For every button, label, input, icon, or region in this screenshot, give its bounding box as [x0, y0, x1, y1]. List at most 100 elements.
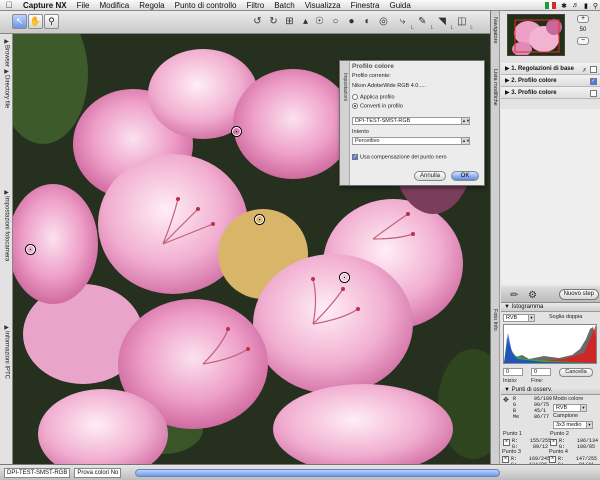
black-point-checkbox[interactable]: ✓ Usa compensazione del punto nero [352, 154, 447, 160]
checkbox-checked-icon: ✓ [352, 154, 358, 160]
zoom-tool-icon[interactable]: ⚲ [44, 14, 59, 29]
radio-convert-icon [352, 103, 358, 109]
fill-icon[interactable]: ◫ [454, 14, 469, 29]
color-mode-select[interactable]: RVB ▼ [553, 404, 587, 412]
point-2-label: Punto 2 [550, 431, 569, 437]
gradient-icon[interactable]: ◥ [435, 14, 450, 29]
intent-select[interactable]: Percettivo ▲▼ [352, 137, 470, 145]
brush-icon[interactable]: ✎ [415, 14, 430, 29]
fill-mark: L [470, 25, 474, 31]
edit-list-tab[interactable]: Lista modifiche [491, 63, 500, 303]
control-point-marker[interactable] [26, 245, 35, 254]
menu-modifica[interactable]: Modifica [94, 1, 134, 10]
black-point-icon[interactable]: ● [344, 14, 359, 29]
current-profile-value: Nikon AdobeWide RGB 4.0..... [352, 83, 426, 89]
collapse-triangle-icon: ▶ [4, 190, 9, 196]
step-1-checkbox[interactable] [590, 66, 597, 73]
profile-select[interactable]: DPI-TEST-SMST-RGB ▲▼ [352, 117, 470, 125]
point-4-values: R: 147/255 G: 91/41 B: 100/68 Me: 103/10… [558, 456, 598, 464]
tab-browser[interactable]: ▶ Browser [1, 38, 12, 67]
color-control-point-icon[interactable]: ☉ [312, 14, 327, 29]
status-profile[interactable]: DPI-TEST-SMST-RGB [4, 467, 71, 478]
neutral-point-icon[interactable]: ◐ [360, 14, 375, 29]
red-eye-icon[interactable]: ◎ [376, 14, 391, 29]
point-4-label: Punto 4 [549, 449, 568, 455]
apple-menu-icon[interactable]:  [0, 0, 18, 10]
horizontal-scrollbar[interactable] [135, 468, 500, 477]
step-2-checkbox[interactable]: ✓ [590, 78, 597, 85]
navigator-thumbnail[interactable] [507, 14, 565, 56]
hand-tool-icon[interactable]: ✋ [28, 14, 43, 29]
cancel-button[interactable]: Annulla [414, 171, 446, 181]
tab-directory-file[interactable]: ▶ Directory file [1, 68, 12, 108]
histogram-cancel-button[interactable]: Cancella [559, 368, 593, 377]
control-point-marker[interactable] [340, 273, 349, 282]
control-point-marker[interactable] [255, 215, 264, 224]
straighten-icon[interactable]: ▴ [298, 14, 313, 29]
ok-button[interactable]: OK [451, 171, 479, 181]
menu-file[interactable]: File [72, 1, 95, 10]
select-arrow-icon: ▲▼ [461, 138, 470, 144]
edit-step-2[interactable]: ▶ 2. Profilo colore ✓ [501, 75, 600, 87]
intent-label: Intento [352, 129, 369, 135]
gradient-mark: L [450, 25, 454, 31]
histogram-end-input[interactable]: 0 [531, 368, 551, 376]
rotate-right-icon[interactable]: ↻ [266, 14, 281, 29]
step-3-checkbox[interactable] [590, 90, 597, 97]
settings-gear-icon[interactable]: ⚙ [525, 288, 540, 303]
zoom-in-button[interactable]: + [577, 15, 589, 23]
watch-points-header[interactable]: ▼ Punti di osserv. [501, 386, 600, 395]
radio-apply-profile[interactable]: Applica profilo [352, 94, 395, 100]
white-point-icon[interactable]: ○ [328, 14, 343, 29]
tab-iptc-info[interactable]: ▶ Informazioni IPTC [1, 324, 12, 379]
status-soft-proof[interactable]: Prova colori No [74, 467, 122, 478]
expand-triangle-icon: ▼ [504, 304, 510, 310]
bluetooth-icon[interactable]: ✱ [561, 2, 567, 10]
point-1-remove-icon[interactable]: × [503, 439, 510, 446]
control-point-marker[interactable] [232, 127, 241, 136]
menu-finestra[interactable]: Finestra [346, 1, 385, 10]
edit-list-footer: ✏ ⚙ Nuovo step [501, 287, 600, 303]
sample-select[interactable]: 3x3 medio ▼ [553, 421, 593, 429]
menu-guida[interactable]: Guida [384, 1, 415, 10]
start-label: Inizio: [503, 378, 518, 384]
radio-convert-profile[interactable]: Converti in profilo [352, 103, 403, 109]
italian-flag-icon[interactable] [545, 2, 557, 9]
navigator-tab[interactable]: Navigatore [491, 11, 500, 63]
new-step-button[interactable]: Nuovo step [558, 289, 599, 300]
sample-label: Campione [553, 413, 579, 419]
photo-info-tab[interactable]: Foto Info [491, 303, 500, 464]
direct-select-icon[interactable]: ↖ [12, 14, 27, 29]
menu-punto-di-controllo[interactable]: Punto di controllo [170, 1, 242, 10]
histogram-start-input[interactable]: 0 [503, 368, 523, 376]
collapse-triangle-icon: ▶ [4, 325, 9, 331]
rotate-left-icon[interactable]: ↺ [250, 14, 265, 29]
battery-icon[interactable]: ▮ [584, 2, 588, 10]
histogram-channel-select[interactable]: RVB ▼ [503, 314, 535, 322]
select-arrow-icon: ▼ [586, 422, 592, 428]
histogram-header[interactable]: ▼ Istogramma [501, 303, 600, 312]
crop-icon[interactable]: ⊞ [282, 14, 297, 29]
select-arrow-icon: ▼ [580, 405, 586, 411]
batch-icon[interactable]: ✏ [507, 288, 522, 303]
edit-step-1[interactable]: ▶ 1. Regolazioni di base ✗ [501, 63, 600, 75]
zoom-out-button[interactable]: − [577, 37, 589, 45]
volume-icon[interactable]: ♬ [572, 2, 579, 9]
menu-filtro[interactable]: Filtro [241, 1, 269, 10]
edit-step-3[interactable]: ▶ 3. Profilo colore [501, 87, 600, 99]
lasso-icon[interactable]: ⤷ [395, 14, 410, 29]
dialog-side-strip: Impostazioni [340, 61, 350, 185]
point-2-remove-icon[interactable]: × [550, 439, 557, 446]
expand-triangle-icon: ▶ [505, 78, 510, 84]
point-3-remove-icon[interactable]: × [502, 456, 509, 463]
point-4-remove-icon[interactable]: × [549, 456, 556, 463]
tab-camera-settings[interactable]: ▶ Impostazioni fotocamera [1, 189, 12, 261]
spotlight-icon[interactable]: ⚲ [593, 2, 598, 10]
menu-app-name[interactable]: Capture NX [18, 1, 72, 10]
radio-apply-icon [352, 94, 358, 100]
menu-regola[interactable]: Regola [134, 1, 169, 10]
eyedropper-icon[interactable]: ✥ [503, 396, 509, 404]
menu-batch[interactable]: Batch [269, 1, 299, 10]
select-arrow-icon: ▼ [528, 315, 534, 321]
menu-visualizza[interactable]: Visualizza [300, 1, 346, 10]
